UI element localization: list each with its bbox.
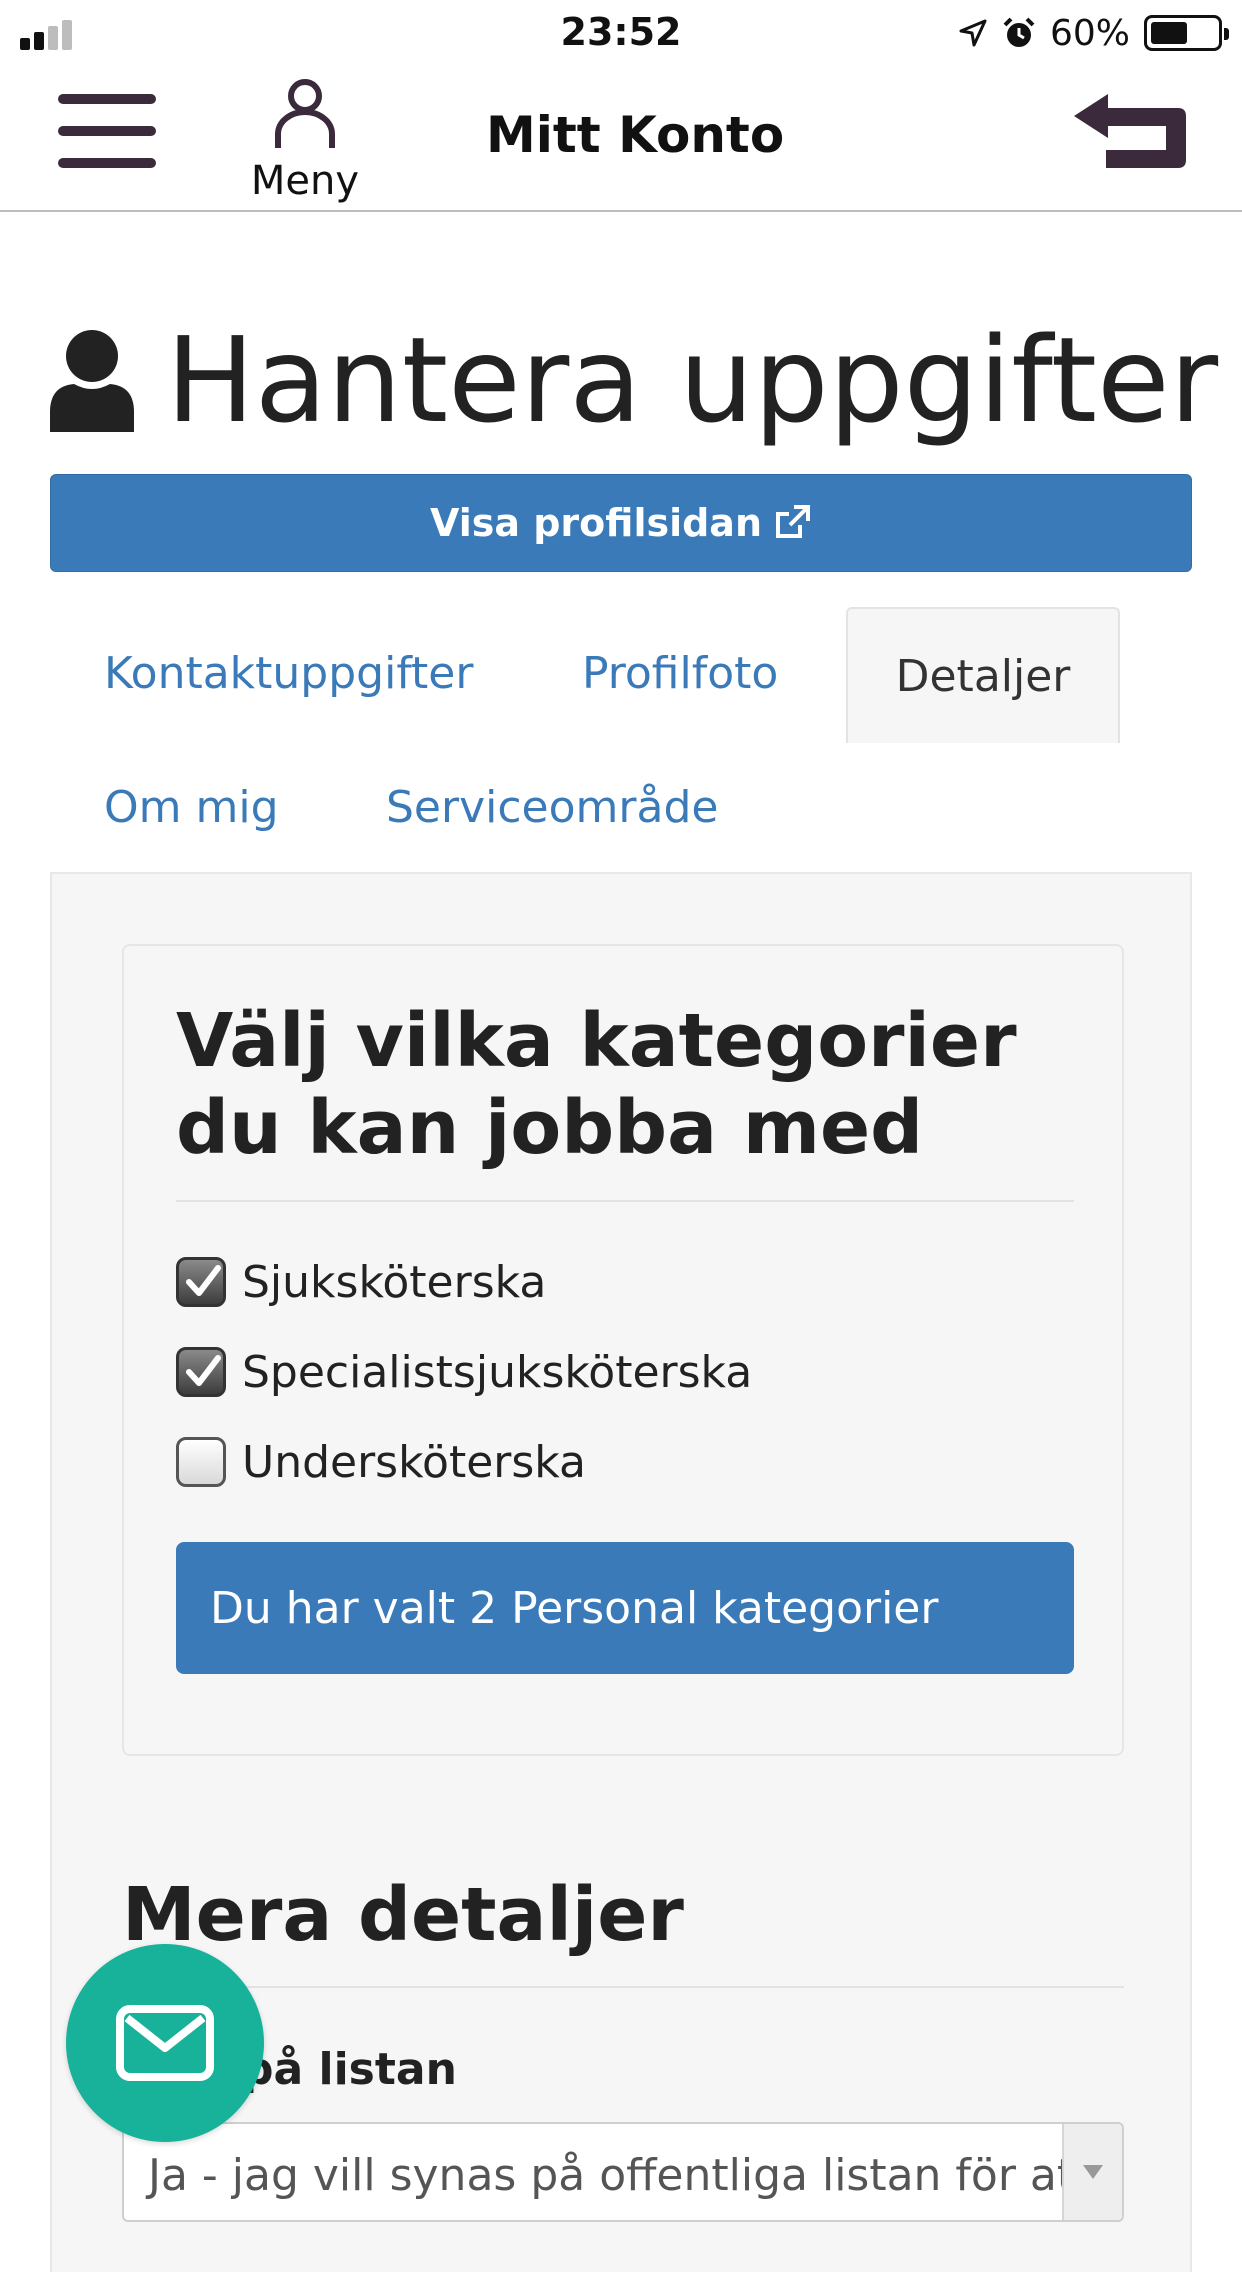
- selected-categories-message: Du har valt 2 Personal kategorier: [176, 1542, 1074, 1674]
- list-visibility-select[interactable]: Ja - jag vill synas på offentliga listan…: [122, 2122, 1124, 2222]
- page-title-row: Hantera uppgifter: [48, 310, 1218, 450]
- list-visibility-label: på listan: [242, 2044, 457, 2095]
- category-option[interactable]: Undersköterska: [176, 1432, 586, 1492]
- tab-details[interactable]: Detaljer: [846, 607, 1120, 743]
- select-value: Ja - jag vill synas på offentliga listan…: [148, 2150, 1075, 2201]
- categories-title: Välj vilka kategorier du kan jobba med: [176, 998, 1017, 1171]
- battery-icon: [1144, 15, 1229, 51]
- message-button[interactable]: [66, 1944, 264, 2142]
- categories-card: Välj vilka kategorier du kan jobba med S…: [122, 944, 1124, 1756]
- menu-label: Meny: [250, 158, 360, 204]
- status-bar: 23:52 60%: [0, 0, 1242, 66]
- category-label: Undersköterska: [242, 1436, 586, 1488]
- location-arrow-icon: [959, 19, 987, 47]
- tab-contact-details[interactable]: Kontaktuppgifter: [104, 648, 473, 699]
- checkmark-icon: [186, 1265, 221, 1296]
- checkbox-unchecked[interactable]: [176, 1437, 226, 1487]
- page-title: Hantera uppgifter: [166, 311, 1219, 449]
- checkbox-checked[interactable]: [176, 1347, 226, 1397]
- category-option[interactable]: Sjuksköterska: [176, 1252, 546, 1312]
- alarm-icon: [1003, 17, 1035, 47]
- user-outline-icon: [275, 79, 335, 148]
- checkbox-checked[interactable]: [176, 1257, 226, 1307]
- category-label: Specialistsjuksköterska: [242, 1346, 753, 1398]
- external-link-icon: [776, 505, 811, 538]
- back-arrow-icon[interactable]: [1066, 90, 1190, 172]
- more-details-title: Mera detaljer: [122, 1872, 684, 1958]
- divider: [122, 1986, 1124, 1988]
- category-label: Sjuksköterska: [242, 1256, 547, 1308]
- view-profile-label: Visa profilsidan: [429, 501, 763, 545]
- mail-icon: [116, 2005, 214, 2081]
- menu-button[interactable]: Meny: [240, 72, 370, 204]
- view-profile-button[interactable]: Visa profilsidan: [50, 474, 1192, 572]
- tab-profile-photo[interactable]: Profilfoto: [582, 648, 778, 699]
- battery-percentage: 60%: [1049, 12, 1130, 54]
- hamburger-menu-icon[interactable]: [58, 94, 156, 168]
- checkmark-icon: [186, 1355, 221, 1386]
- app-header: Meny Mitt Konto: [0, 66, 1242, 212]
- tab-service-area[interactable]: Serviceområde: [386, 782, 718, 833]
- dropdown-arrow-icon[interactable]: [1062, 2124, 1122, 2220]
- divider: [176, 1200, 1074, 1202]
- header-title: Mitt Konto: [486, 106, 785, 164]
- tab-about-me[interactable]: Om mig: [104, 782, 279, 833]
- category-option[interactable]: Specialistsjuksköterska: [176, 1342, 752, 1402]
- user-icon: [50, 330, 134, 432]
